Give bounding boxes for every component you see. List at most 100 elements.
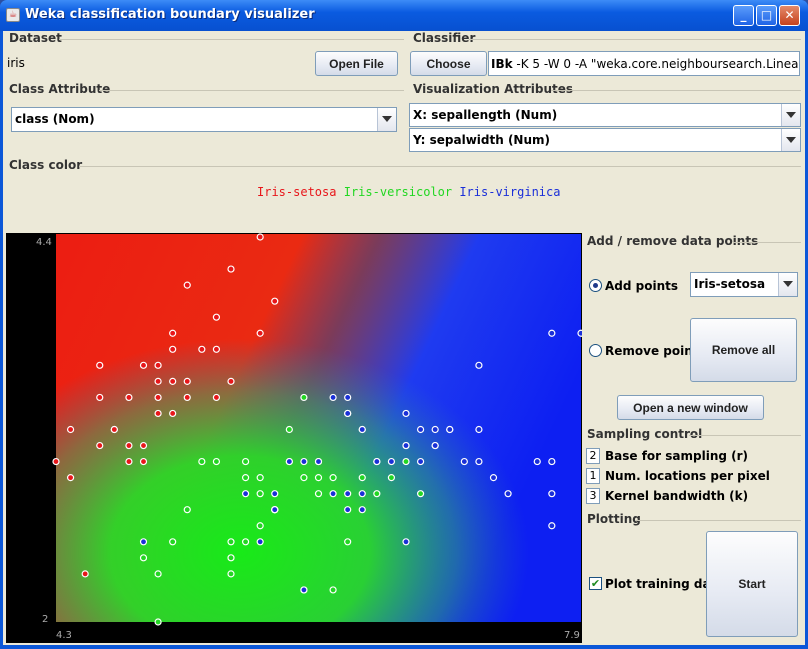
plot-training-checkbox[interactable]: ✔ <box>589 577 602 590</box>
data-point-iris-virginica-13 <box>548 329 556 337</box>
data-point-iris-versicolor-18 <box>241 538 250 546</box>
data-point-iris-virginica-29 <box>402 409 410 418</box>
data-point-iris-virginica-32 <box>285 457 293 466</box>
data-point-iris-virginica-27 <box>300 457 308 466</box>
class-color-legend: Iris-setosa Iris-versicolor Iris-virgini… <box>257 185 560 199</box>
chevron-down-icon[interactable] <box>781 104 800 126</box>
data-point-iris-virginica-12 <box>358 425 366 434</box>
data-point-iris-versicolor-36 <box>329 474 337 482</box>
data-point-iris-setosa-19 <box>227 265 235 273</box>
data-point-iris-setosa-31 <box>212 393 221 402</box>
legend-versicolor: Iris-versicolor <box>343 185 453 199</box>
locations-per-pixel-label: Num. locations per pixel <box>605 469 770 483</box>
data-point-iris-virginica-33 <box>548 490 556 498</box>
data-point-iris-setosa-27 <box>169 409 177 418</box>
data-point-iris-versicolor-38 <box>198 457 206 466</box>
data-point-iris-setosa-23 <box>198 345 206 353</box>
locations-per-pixel-input[interactable]: 1 <box>586 468 600 484</box>
legend-virginica: Iris-virginica <box>459 185 561 199</box>
add-points-radio[interactable] <box>589 279 602 292</box>
data-point-iris-versicolor-8 <box>387 474 396 482</box>
open-file-button[interactable]: Open File <box>315 51 398 76</box>
data-point-iris-virginica-14 <box>548 522 556 530</box>
data-point-iris-virginica-39 <box>416 425 425 434</box>
data-point-iris-virginica-28 <box>431 441 439 450</box>
add-class-select[interactable]: Iris-setosa <box>690 272 798 297</box>
data-point-iris-setosa-25 <box>227 377 235 385</box>
data-point-iris-versicolor-13 <box>314 474 323 482</box>
boundary-plot-svg[interactable]: 4.4 2 4.3 7.9 <box>6 233 585 643</box>
data-point-iris-setosa-7 <box>154 393 162 402</box>
data-point-iris-setosa-10 <box>212 345 221 353</box>
data-point-iris-setosa-20 <box>183 377 191 385</box>
classifier-group-label: Classifier <box>413 31 476 45</box>
data-point-iris-versicolor-24 <box>402 457 410 466</box>
data-point-iris-setosa-6 <box>96 393 104 402</box>
y-max-label: 4.4 <box>36 237 52 248</box>
data-point-iris-versicolor-5 <box>256 490 264 498</box>
x-attribute-value: X: sepallength (Num) <box>413 108 558 122</box>
class-attribute-value: class (Nom) <box>15 112 95 126</box>
main-panel: Dataset iris Open File Classifier Choose… <box>3 31 805 645</box>
minimize-icon[interactable]: _ <box>733 5 754 26</box>
chevron-down-icon[interactable] <box>778 273 797 296</box>
kernel-bandwidth-label: Kernel bandwidth (k) <box>605 489 749 503</box>
class-color-group-label: Class color <box>9 158 83 172</box>
data-point-iris-virginica-11 <box>256 538 264 546</box>
x-attribute-select[interactable]: X: sepallength (Num) <box>409 103 801 127</box>
sampling-group-label: Sampling control <box>587 427 703 441</box>
remove-points-radio[interactable] <box>589 344 602 357</box>
data-point-iris-setosa-3 <box>96 441 104 450</box>
classifier-config-field[interactable]: IBk -K 5 -W 0 -A "weka.core.neighboursea… <box>488 51 800 76</box>
sampling-group-border <box>689 435 801 436</box>
dataset-group-border <box>59 39 404 40</box>
y-attribute-select[interactable]: Y: sepalwidth (Num) <box>409 128 801 152</box>
data-point-iris-setosa-14 <box>271 297 279 305</box>
remove-all-button[interactable]: Remove all <box>690 318 797 382</box>
data-point-iris-virginica-31 <box>329 393 337 402</box>
data-point-iris-setosa-22 <box>110 425 118 434</box>
data-point-iris-versicolor-35 <box>256 474 264 482</box>
data-point-iris-virginica-22 <box>504 490 512 498</box>
data-point-iris-setosa-15 <box>256 233 264 241</box>
title-bar[interactable]: ☕ Weka classification boundary visualize… <box>0 0 808 31</box>
data-point-iris-setosa-26 <box>81 570 89 578</box>
plotting-group-border <box>635 520 801 521</box>
window-title: Weka classification boundary visualizer <box>25 7 315 22</box>
x-min-label: 4.3 <box>56 630 72 641</box>
x-max-label: 7.9 <box>564 630 580 641</box>
class-attribute-select[interactable]: class (Nom) <box>11 107 397 132</box>
data-point-iris-setosa-11 <box>125 393 133 402</box>
start-button[interactable]: Start <box>706 531 798 637</box>
data-point-iris-setosa-16 <box>256 329 264 337</box>
data-point-iris-virginica-0 <box>344 409 352 418</box>
maximize-icon[interactable]: □ <box>756 5 777 26</box>
chevron-down-icon[interactable] <box>377 108 396 131</box>
kernel-bandwidth-input[interactable]: 3 <box>586 488 600 504</box>
data-point-iris-virginica-25 <box>548 457 556 466</box>
data-point-iris-setosa-34 <box>125 441 133 450</box>
y-min-label: 2 <box>42 614 48 625</box>
data-point-iris-virginica-8 <box>475 361 483 369</box>
data-point-iris-versicolor-9 <box>183 506 191 514</box>
data-point-iris-virginica-37 <box>402 441 410 450</box>
close-icon[interactable]: ✕ <box>779 5 800 26</box>
data-point-iris-virginica-38 <box>271 506 279 514</box>
open-new-window-button[interactable]: Open a new window <box>617 395 764 420</box>
data-point-iris-setosa-0 <box>169 377 177 385</box>
data-point-iris-setosa-32 <box>96 361 104 369</box>
dataset-name: iris <box>7 56 25 70</box>
data-point-iris-virginica-34 <box>475 457 483 466</box>
data-point-iris-virginica-26 <box>344 393 352 402</box>
chevron-down-icon[interactable] <box>781 129 800 151</box>
base-sampling-input[interactable]: 2 <box>586 448 600 464</box>
boundary-plot-panel[interactable]: 4.4 2 4.3 7.9 <box>6 233 585 643</box>
choose-classifier-button[interactable]: Choose <box>410 51 487 76</box>
data-point-iris-versicolor-23 <box>416 490 425 498</box>
classifier-name: IBk <box>491 57 513 71</box>
data-point-iris-versicolor-14 <box>241 474 250 482</box>
data-point-iris-virginica-23 <box>577 329 585 337</box>
data-point-iris-versicolor-34 <box>154 570 162 578</box>
data-point-iris-setosa-30 <box>154 377 162 385</box>
add-points-label[interactable]: Add points <box>605 279 678 293</box>
